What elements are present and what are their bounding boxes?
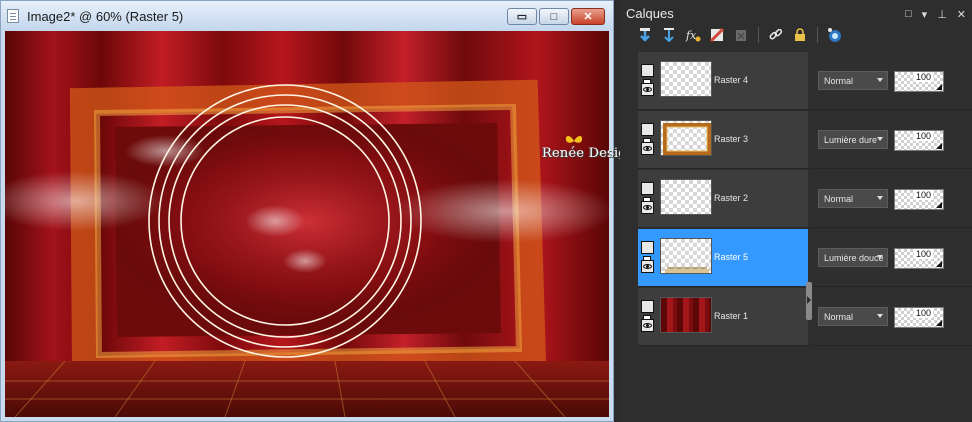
toolbar-separator <box>758 27 759 43</box>
delete-layer-icon[interactable] <box>732 26 750 44</box>
opacity-value: 100 <box>913 72 933 82</box>
layer-type-icon <box>641 123 654 146</box>
layer-name[interactable]: Raster 2 <box>714 193 748 203</box>
menu-arrow-icon[interactable]: ▾ <box>922 8 928 21</box>
layer-name[interactable]: Raster 4 <box>714 75 748 85</box>
layer-name[interactable]: Raster 5 <box>714 252 748 262</box>
blend-mode-select[interactable]: Normal <box>818 307 888 326</box>
opacity-field[interactable]: 100 <box>894 307 944 328</box>
document-icon <box>7 9 19 23</box>
palette-icon[interactable] <box>826 26 844 44</box>
layer-thumbnail <box>660 238 712 274</box>
maximize-icon: □ <box>550 10 558 23</box>
minimize-button[interactable]: ▭ <box>507 8 537 25</box>
opacity-slider-icon[interactable] <box>936 84 942 90</box>
layer-thumbnail <box>660 61 712 97</box>
chevron-down-icon <box>877 137 883 141</box>
layers-panel: Calques □ ▾ ⊥ ✕ fx Raster 4 Normal 100 R… <box>620 0 972 422</box>
blend-mode-value: Lumière dure <box>824 134 878 145</box>
blend-mode-select[interactable]: Lumière dure <box>818 130 888 149</box>
visibility-eye-icon[interactable] <box>641 319 654 332</box>
panel-close-icon[interactable]: ✕ <box>957 8 966 21</box>
opacity-value: 100 <box>913 249 933 259</box>
minimize-icon: ▭ <box>516 11 528 23</box>
maximize-button[interactable]: □ <box>539 8 569 25</box>
canvas-artwork <box>5 31 609 417</box>
layer-name[interactable]: Raster 3 <box>714 134 748 144</box>
image-window-titlebar[interactable]: Image2* @ 60% (Raster 5) ▭ □ ✕ <box>1 1 613 31</box>
new-vector-layer-icon[interactable] <box>660 26 678 44</box>
layer-type-icon <box>641 241 654 264</box>
blend-mode-select[interactable]: Normal <box>818 71 888 90</box>
layer-row-raster-1[interactable]: Raster 1 Normal 100 <box>638 288 972 347</box>
image-window-title: Image2* @ 60% (Raster 5) <box>27 8 184 24</box>
layer-thumbnail <box>660 120 712 156</box>
layers-toolbar: fx <box>636 26 844 44</box>
opacity-slider-icon[interactable] <box>936 320 942 326</box>
opacity-value: 100 <box>913 131 933 141</box>
opacity-field[interactable]: 100 <box>894 71 944 92</box>
blend-mode-value: Normal <box>824 193 854 204</box>
opacity-field[interactable]: 100 <box>894 130 944 151</box>
layer-name[interactable]: Raster 1 <box>714 311 748 321</box>
chevron-down-icon <box>877 196 883 200</box>
restore-icon[interactable]: □ <box>905 8 912 21</box>
layer-type-icon <box>641 300 654 323</box>
pin-icon[interactable]: ⊥ <box>937 8 947 21</box>
toolbar-separator <box>817 27 818 43</box>
mask-icon[interactable] <box>708 26 726 44</box>
svg-text:fx: fx <box>685 29 697 42</box>
opacity-slider-icon[interactable] <box>936 143 942 149</box>
opacity-field[interactable]: 100 <box>894 248 944 269</box>
opacity-field[interactable]: 100 <box>894 189 944 210</box>
layer-thumbnail <box>660 179 712 215</box>
blend-mode-value: Normal <box>824 75 854 86</box>
link-icon[interactable] <box>767 26 785 44</box>
layer-type-icon <box>641 64 654 87</box>
blend-mode-select[interactable]: Lumière douce <box>818 248 888 267</box>
layer-type-icon <box>641 182 654 205</box>
opacity-value: 100 <box>913 190 933 200</box>
visibility-eye-icon[interactable] <box>641 142 654 155</box>
visibility-eye-icon[interactable] <box>641 201 654 214</box>
opacity-slider-icon[interactable] <box>936 202 942 208</box>
opacity-slider-icon[interactable] <box>936 261 942 267</box>
layer-row-raster-4[interactable]: Raster 4 Normal 100 <box>638 52 972 111</box>
layer-thumbnail <box>660 297 712 333</box>
layer-row-raster-5[interactable]: Raster 5 Lumière douce 100 <box>638 229 972 288</box>
chevron-down-icon <box>877 314 883 318</box>
panel-splitter-handle[interactable] <box>806 282 812 320</box>
chevron-down-icon <box>877 78 883 82</box>
opacity-value: 100 <box>913 308 933 318</box>
blend-mode-select[interactable]: Normal <box>818 189 888 208</box>
lock-icon[interactable] <box>791 26 809 44</box>
visibility-eye-icon[interactable] <box>641 83 654 96</box>
close-icon: ✕ <box>583 11 593 23</box>
new-layer-fx-icon[interactable]: fx <box>684 26 702 44</box>
image-window: Image2* @ 60% (Raster 5) ▭ □ ✕ <box>0 0 614 422</box>
layer-row-raster-3[interactable]: Raster 3 Lumière dure 100 <box>638 111 972 170</box>
close-button[interactable]: ✕ <box>571 8 605 25</box>
new-raster-layer-icon[interactable] <box>636 26 654 44</box>
blend-mode-value: Lumière douce <box>824 252 884 263</box>
layer-row-raster-2[interactable]: Raster 2 Normal 100 <box>638 170 972 229</box>
image-canvas[interactable] <box>5 31 609 417</box>
chevron-down-icon <box>877 255 883 259</box>
layers-panel-title: Calques <box>626 6 674 21</box>
blend-mode-value: Normal <box>824 311 854 322</box>
visibility-eye-icon[interactable] <box>641 260 654 273</box>
